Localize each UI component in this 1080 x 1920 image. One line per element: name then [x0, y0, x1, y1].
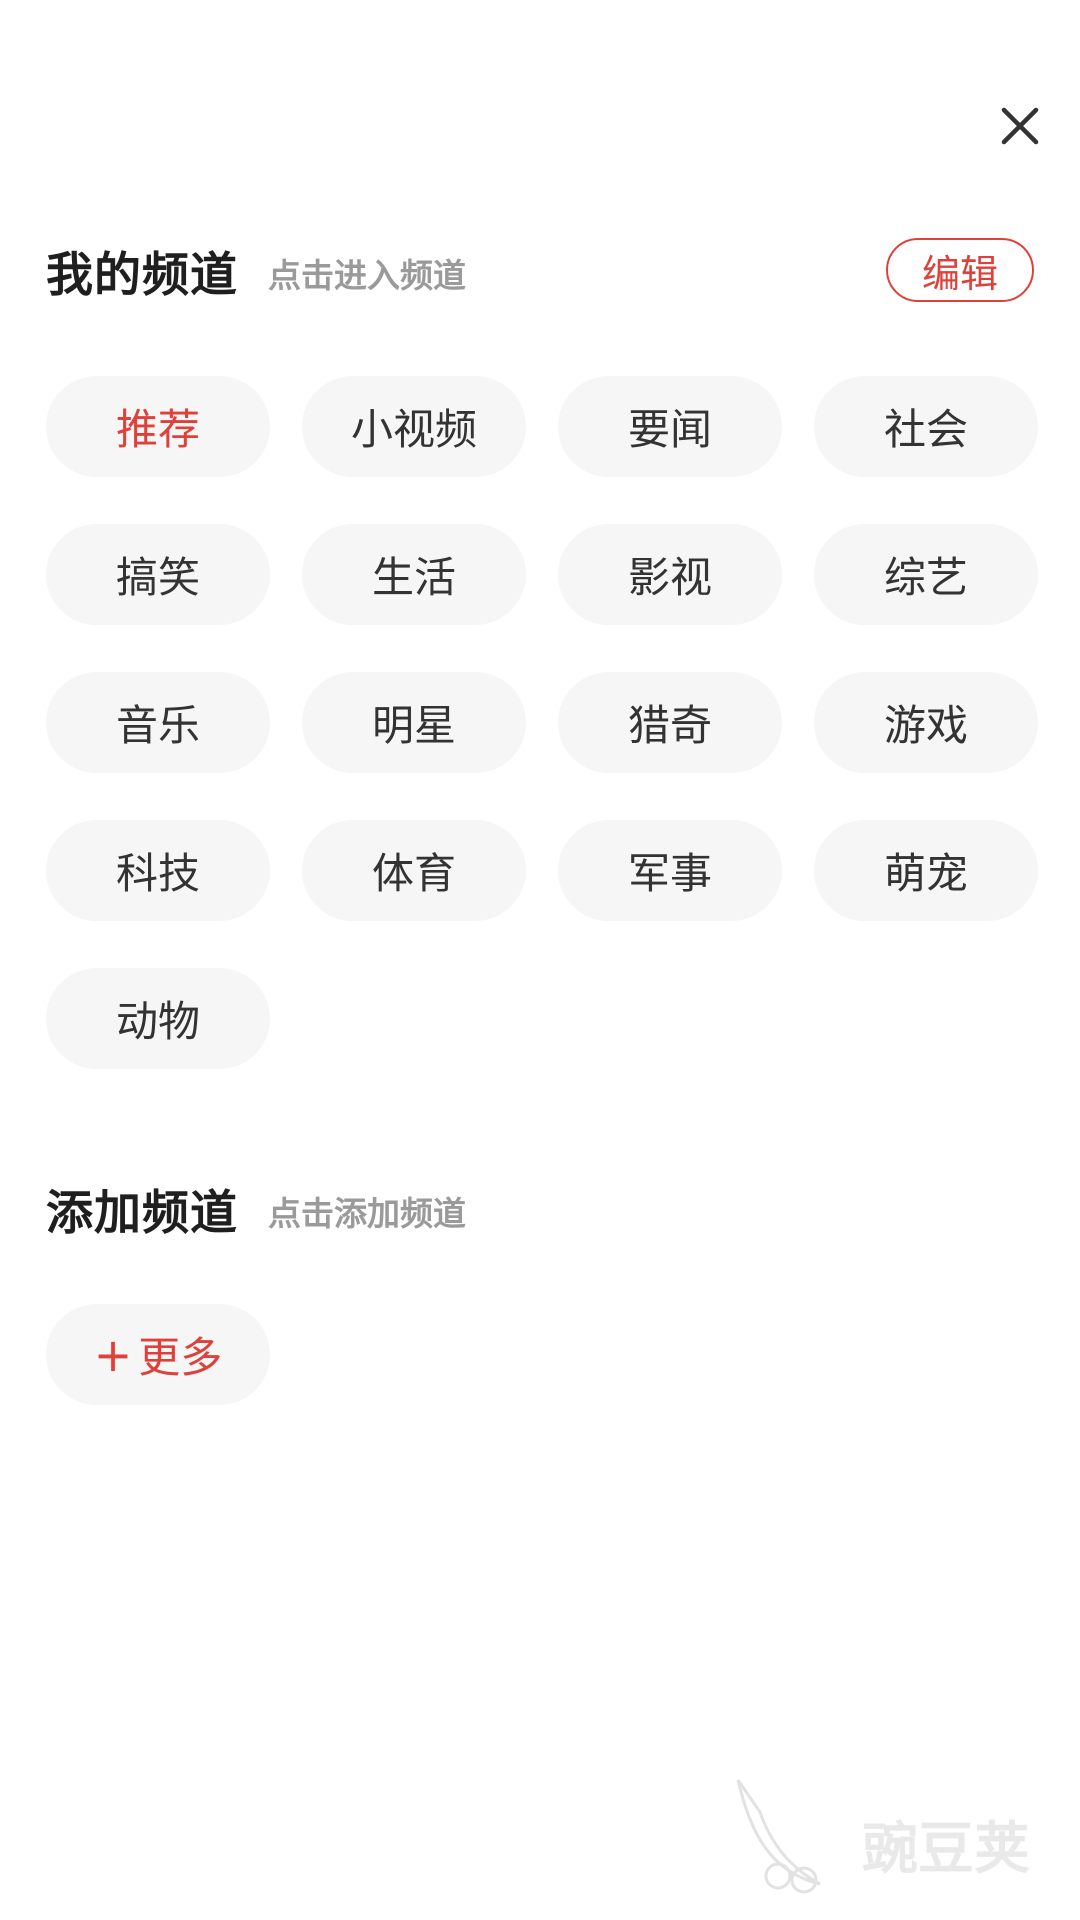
more-channels-button[interactable]: + 更多 [46, 1304, 270, 1405]
channel-chip[interactable]: 音乐 [46, 672, 270, 773]
pea-logo-icon: 豌豆荚 [736, 1779, 1030, 1894]
add-channels-header: 添加频道 点击添加频道 [46, 1174, 1034, 1242]
close-button[interactable] [998, 104, 1042, 148]
channel-chip[interactable]: 军事 [558, 820, 782, 921]
channel-chip[interactable]: 要闻 [558, 376, 782, 477]
close-icon [1001, 107, 1039, 145]
plus-icon: + [93, 1327, 133, 1382]
channel-chip[interactable]: 综艺 [814, 524, 1038, 625]
channel-chip[interactable]: 动物 [46, 968, 270, 1069]
channel-chip[interactable]: 搞笑 [46, 524, 270, 625]
channel-chip[interactable]: 影视 [558, 524, 782, 625]
channel-chip-active[interactable]: 推荐 [46, 376, 270, 477]
add-channels-subtitle: 点击添加频道 [268, 1194, 466, 1233]
channel-chip[interactable]: 小视频 [302, 376, 526, 477]
edit-button[interactable]: 编辑 [886, 238, 1034, 302]
channel-chip[interactable]: 明星 [302, 672, 526, 773]
channel-chip[interactable]: 游戏 [814, 672, 1038, 773]
channel-chip[interactable]: 体育 [302, 820, 526, 921]
channel-chip[interactable]: 社会 [814, 376, 1038, 477]
channel-chip[interactable]: 生活 [302, 524, 526, 625]
watermark: 豌豆荚 [730, 1772, 1050, 1902]
watermark-text: 豌豆荚 [862, 1817, 1030, 1882]
channel-chip[interactable]: 科技 [46, 820, 270, 921]
channel-chip[interactable]: 猎奇 [558, 672, 782, 773]
channel-chip[interactable]: 萌宠 [814, 820, 1038, 921]
my-channels-grid: 推荐 小视频 要闻 社会 搞笑 生活 影视 综艺 音乐 明星 猎奇 游戏 科技 … [46, 376, 1038, 1069]
my-channels-title: 我的频道 [46, 247, 238, 303]
more-label: 更多 [138, 1333, 223, 1382]
my-channels-subtitle: 点击进入频道 [268, 256, 466, 295]
my-channels-header: 我的频道 点击进入频道 编辑 [46, 236, 1034, 304]
add-channels-title: 添加频道 [46, 1185, 238, 1241]
